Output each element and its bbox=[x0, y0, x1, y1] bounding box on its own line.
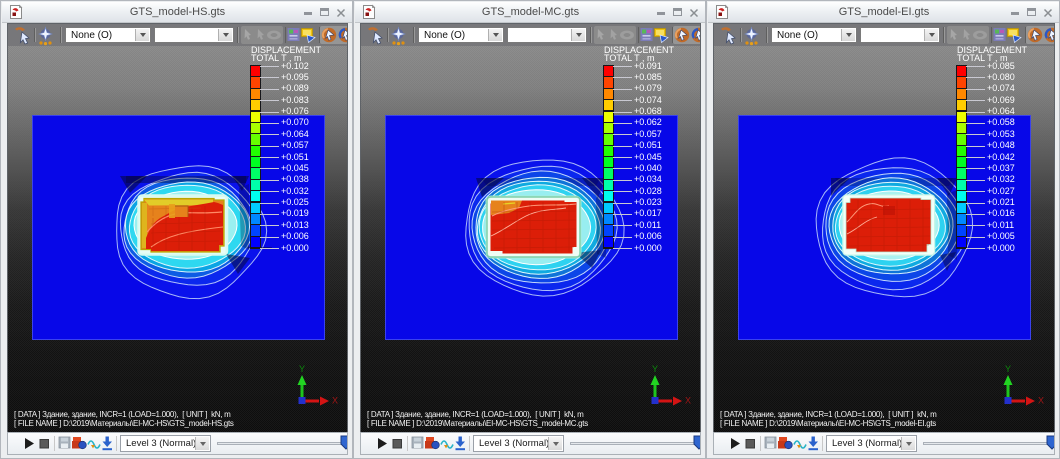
svg-text:Y: Y bbox=[299, 364, 305, 374]
svg-text:X: X bbox=[332, 396, 338, 406]
svg-text:X: X bbox=[685, 396, 691, 406]
svg-text:Y: Y bbox=[652, 364, 658, 374]
svg-text:Y: Y bbox=[1005, 364, 1011, 374]
svg-text:X: X bbox=[1038, 396, 1044, 406]
